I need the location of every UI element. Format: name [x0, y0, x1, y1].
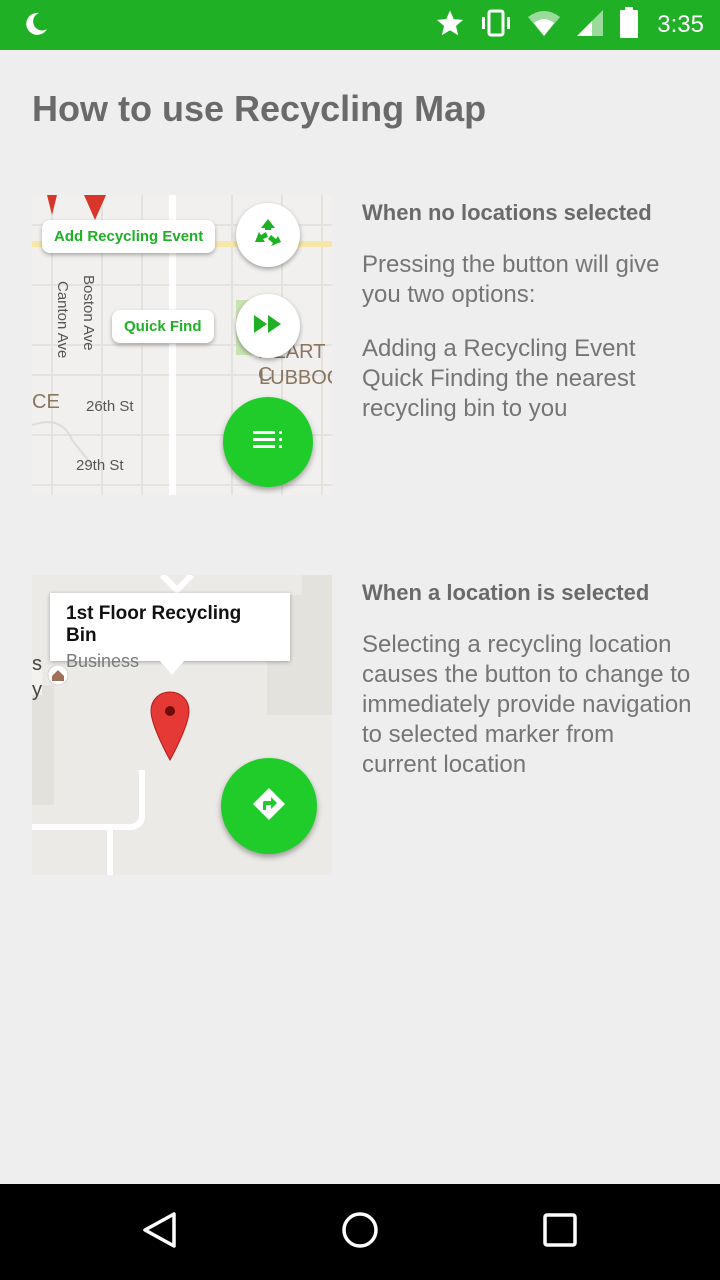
back-button[interactable] [110, 1184, 210, 1280]
moon-icon [22, 10, 50, 42]
section-heading: When no locations selected [362, 200, 652, 225]
battery-icon [619, 7, 639, 43]
signal-icon [575, 8, 605, 42]
navigate-fab[interactable] [221, 758, 317, 854]
menu-fab[interactable] [223, 397, 313, 487]
section-body: Selecting a recycling location causes th… [362, 631, 692, 778]
page-title: How to use Recycling Map [32, 88, 487, 129]
map-marker-icon[interactable] [149, 690, 191, 766]
star-icon [435, 8, 465, 42]
section-body: Pressing the button will give you two op… [362, 251, 660, 308]
section-selected-text: When a location is selected Selecting a … [362, 580, 692, 780]
info-window-subtitle: Business [66, 651, 140, 671]
section-no-selection-text: When no locations selected Pressing the … [362, 200, 692, 424]
recents-button[interactable] [510, 1184, 610, 1280]
back-icon [140, 1210, 180, 1254]
street-label: 29th St [76, 457, 124, 474]
street-label: Canton Ave [54, 281, 71, 359]
section-heading: When a location is selected [362, 580, 650, 605]
fast-forward-icon [252, 313, 284, 339]
marker-info-window[interactable]: 1st Floor Recycling Bin Business [50, 593, 290, 675]
status-bar: 3:35 [0, 0, 720, 50]
wifi-icon [527, 9, 561, 41]
add-recycling-event-button[interactable]: Add Recycling Event [42, 220, 216, 253]
recycle-icon [251, 216, 285, 254]
street-label: Boston Ave [80, 275, 97, 351]
home-button[interactable] [310, 1184, 410, 1280]
map-edge-text: y [32, 679, 42, 701]
map-poi-label: LUBBOC [259, 367, 332, 389]
recents-icon [542, 1212, 578, 1252]
status-icons: 3:35 [435, 0, 704, 50]
quick-find-button[interactable]: Quick Find [112, 310, 214, 343]
street-label: 26th St [86, 398, 134, 415]
map-edge-text: s [32, 653, 42, 675]
info-window-title: 1st Floor Recycling Bin [66, 603, 242, 646]
home-icon [340, 1210, 380, 1254]
map-preview-selected: s y 1st Floor Recycling Bin Business [32, 575, 332, 875]
recycle-mini-fab[interactable] [236, 203, 300, 267]
map-preview-no-selection: Canton Ave Boston Ave CE 26th St 29th St… [32, 195, 332, 495]
quick-find-mini-fab[interactable] [236, 294, 300, 358]
navigation-bar [0, 1184, 720, 1280]
list-icon [252, 429, 284, 455]
section-body: Adding a Recycling Event Quick Finding t… [362, 335, 636, 422]
vibrate-icon [479, 9, 513, 41]
clock: 3:35 [657, 11, 704, 38]
directions-icon [251, 786, 287, 826]
map-edge-text: CE [32, 391, 60, 413]
